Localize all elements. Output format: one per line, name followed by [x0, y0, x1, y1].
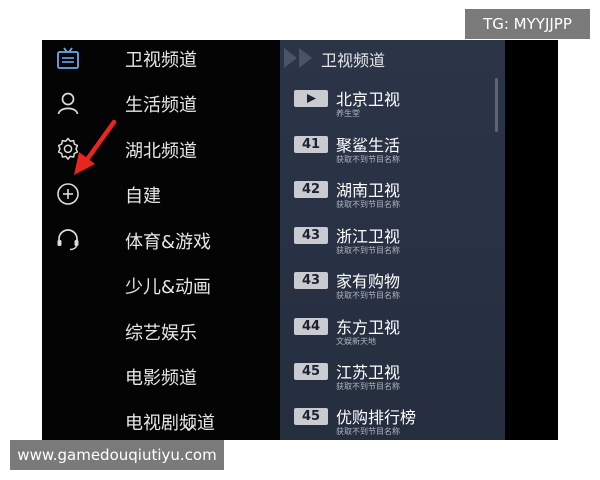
- channel-name: 东方卫视: [336, 318, 401, 337]
- channel-name: 优购排行榜: [336, 408, 417, 427]
- channel-item[interactable]: 42 湖南卫视 获取不到节目名称: [294, 179, 494, 223]
- double-arrow-icon: [284, 48, 312, 68]
- category-sports-games[interactable]: 体育&游戏: [125, 228, 211, 254]
- panel-header: 卫视频道: [280, 40, 505, 76]
- red-arrow-icon: [74, 119, 117, 175]
- channel-number-badge: 43: [294, 272, 328, 289]
- channel-name: 湖南卫视: [336, 181, 401, 200]
- channel-number-badge: 45: [294, 363, 328, 380]
- channel-program: 获取不到节目名称: [336, 155, 400, 164]
- category-kids-animation[interactable]: 少儿&动画: [125, 273, 211, 299]
- category-life[interactable]: 生活频道: [125, 91, 197, 117]
- channel-item[interactable]: 45 优购排行榜 获取不到节目名称: [294, 406, 494, 440]
- channel-name: 北京卫视: [336, 90, 401, 109]
- play-icon: [307, 94, 316, 103]
- category-variety[interactable]: 综艺娱乐: [125, 319, 197, 345]
- channel-number-badge: 45: [294, 408, 328, 425]
- channel-program: 获取不到节目名称: [336, 291, 400, 300]
- channel-number-badge: 41: [294, 136, 328, 153]
- channel-name: 江苏卫视: [336, 363, 401, 382]
- channel-program: 获取不到节目名称: [336, 382, 400, 391]
- channel-program: 获取不到节目名称: [336, 427, 400, 436]
- user-icon[interactable]: [55, 90, 81, 116]
- watermark-top: TG: MYYJJPP: [465, 9, 590, 39]
- channel-name: 浙江卫视: [336, 227, 401, 246]
- channel-program: 养生堂: [336, 109, 360, 118]
- icon-rail: [42, 40, 97, 440]
- channel-item[interactable]: 45 江苏卫视 获取不到节目名称: [294, 361, 494, 405]
- channel-number-badge: 43: [294, 227, 328, 244]
- tv-icon[interactable]: [55, 45, 81, 71]
- channel-item[interactable]: 44 东方卫视 文娱新天地: [294, 316, 494, 360]
- channel-program: 获取不到节目名称: [336, 246, 400, 255]
- category-tv-series[interactable]: 电视剧频道: [125, 409, 215, 435]
- channel-panel: 卫视频道 北京卫视 养生堂 41 聚鲨生活 获取不到节目名称 42 湖南卫视 获…: [280, 40, 505, 440]
- channel-item[interactable]: 41 聚鲨生活 获取不到节目名称: [294, 134, 494, 178]
- channel-number-badge: 44: [294, 318, 328, 335]
- headset-icon[interactable]: [55, 226, 81, 252]
- scrollbar[interactable]: [495, 78, 498, 132]
- category-movies[interactable]: 电影频道: [125, 364, 197, 390]
- channel-program: 获取不到节目名称: [336, 200, 400, 209]
- channel-name: 聚鲨生活: [336, 136, 401, 155]
- channel-item[interactable]: 43 浙江卫视 获取不到节目名称: [294, 225, 494, 269]
- channel-item[interactable]: 北京卫视 养生堂: [294, 88, 494, 132]
- category-weishi[interactable]: 卫视频道: [125, 46, 197, 72]
- chevron-down-icon[interactable]: [182, 423, 196, 433]
- panel-title: 卫视频道: [321, 51, 386, 70]
- channel-item[interactable]: 43 家有购物 获取不到节目名称: [294, 270, 494, 314]
- add-circle-icon[interactable]: [55, 181, 81, 207]
- play-badge: [294, 90, 328, 107]
- tv-screen: 卫视频道 生活频道 湖北频道 自建 体育&游戏 少儿&动画 综艺娱乐 电影频道 …: [42, 40, 558, 440]
- screen-edge: [506, 40, 558, 440]
- channel-number-badge: 42: [294, 181, 328, 198]
- channel-name: 家有购物: [336, 272, 401, 291]
- category-hubei[interactable]: 湖北频道: [125, 137, 197, 163]
- channel-program: 文娱新天地: [336, 337, 376, 346]
- watermark-bottom: www.gamedouqiutiyu.com: [10, 440, 224, 470]
- category-custom[interactable]: 自建: [125, 182, 161, 208]
